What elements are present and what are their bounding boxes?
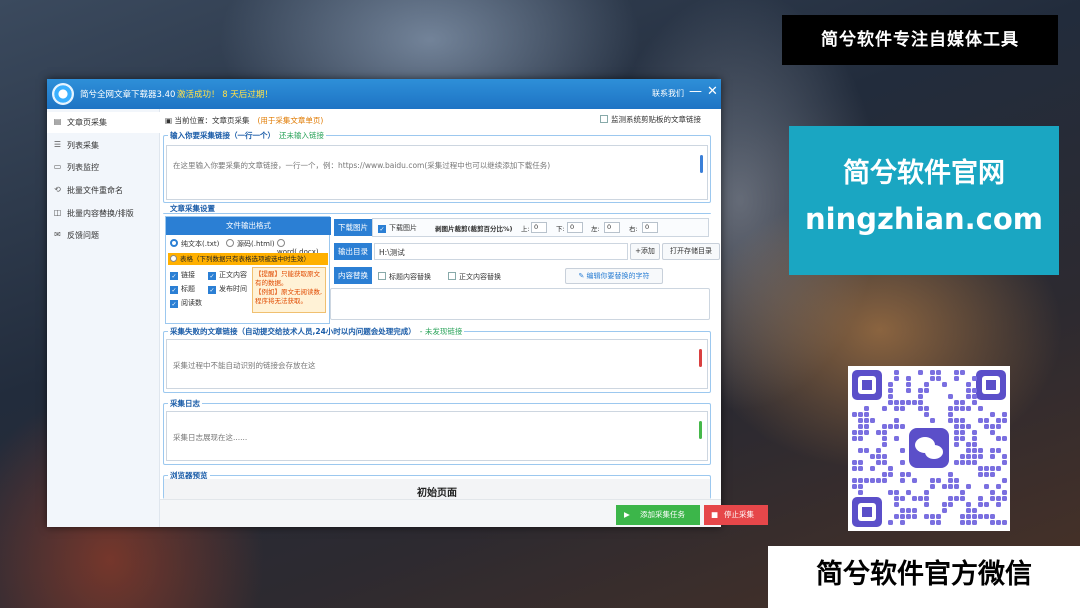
feedback-icon: ✉ [54, 230, 61, 239]
field-content-checkbox[interactable]: ✓ 正文内容 [208, 270, 247, 280]
activation-status: 激活成功！ 8 天后过期！ [177, 90, 273, 100]
failed-title: 采集失败的文章链接（自动提交给技术人员,24小时以内问题会处理完成） - 未发现链… [168, 326, 465, 337]
format-txt-radio[interactable]: 纯文本(.txt) [170, 239, 219, 249]
stop-button[interactable]: ■ 停止采集 [704, 505, 768, 525]
crop-right-input[interactable]: 0 [642, 222, 658, 233]
radio-icon [226, 239, 234, 247]
crop-left-label: 左: [591, 225, 600, 233]
close-button[interactable]: ✕ [707, 84, 718, 100]
title-replace-checkbox[interactable]: 标题内容替换 [378, 272, 431, 282]
checked-icon: ✓ [208, 272, 216, 280]
contact-us-link[interactable]: 联系我们 [652, 88, 684, 99]
checked-icon: ✓ [208, 286, 216, 294]
sidebar-item-feedback[interactable]: ✉ 反馈问题 [47, 225, 160, 246]
crop-bottom-input[interactable]: 0 [567, 222, 583, 233]
crop-top-input[interactable]: 0 [531, 222, 547, 233]
crop-label: 剥图片裁剪(裁剪百分比%) [435, 225, 513, 233]
promo-site-url: ningzhian.com [804, 202, 1044, 236]
output-dir-input[interactable]: H:\测试 [374, 243, 628, 260]
promo-site-cn: 简兮软件官网 [843, 158, 1005, 189]
checked-icon: ✓ [378, 225, 386, 233]
stop-icon: ■ [711, 510, 719, 519]
crop-left-input[interactable]: 0 [604, 222, 620, 233]
play-icon: ▶ [624, 510, 630, 519]
add-dir-button[interactable]: +添加 [630, 243, 660, 260]
open-dir-button[interactable]: 打开存储目录 [662, 243, 720, 260]
field-reads-checkbox[interactable]: ✓ 阅读数 [170, 298, 202, 308]
failed-links-box[interactable]: 采集过程中不能自动识别的链接会存放在这 [166, 339, 708, 389]
monitor-icon: ▭ [53, 162, 62, 171]
format-table-radio[interactable]: 表格（下列数据只有表格选项被选中时生效） [168, 253, 328, 265]
field-link-checkbox[interactable]: ✓ 链接 [170, 270, 195, 280]
input-section-title: 输入你要采集链接（一行一个） 还未输入链接 [168, 130, 326, 141]
checkbox-box [378, 272, 386, 280]
breadcrumb: ▣ 当前位置：文章页采集 (用于采集文章单页) [165, 116, 324, 125]
edit-replace-button[interactable]: ✎ 编辑你要替换的字符 [565, 268, 663, 284]
title-bar[interactable]: 简兮全网文章下载器3.40 激活成功！ 8 天后过期！ 联系我们 — ✕ [47, 79, 721, 109]
format-warning: 【提醒】只能获取原文有的数据。 【例如】原文无阅读数,程序将无法获取。 [252, 267, 326, 313]
sidebar-item-batch-rename[interactable]: ⟲ 批量文件重命名 [47, 180, 160, 201]
checkbox-box [600, 115, 608, 123]
minimize-button[interactable]: — [689, 85, 702, 99]
format-panel: 文件输出格式 纯文本(.txt) 源码(.html) word(.docx) 表… [165, 216, 331, 324]
checked-icon: ✓ [170, 286, 178, 294]
failed-scrollbar[interactable] [699, 349, 702, 367]
crop-top-label: 上: [521, 225, 530, 233]
crop-right-label: 右: [629, 225, 638, 233]
format-html-radio[interactable]: 源码(.html) [226, 239, 275, 249]
sidebar-item-article-page[interactable]: ▤ 文章页采集 [47, 112, 160, 133]
replace-icon: ◫ [53, 208, 62, 217]
body-replace-checkbox[interactable]: 正文内容替换 [448, 272, 501, 282]
content-replace-label: 内容替换 [334, 267, 372, 284]
sidebar-item-list-collect[interactable]: ☰ 列表采集 [47, 135, 160, 156]
rename-icon: ⟲ [54, 185, 61, 194]
list-icon: ☰ [53, 140, 62, 149]
sidebar: ▤ 文章页采集 ☰ 列表采集 ▭ 列表监控 ⟲ 批量文件重命名 ◫ 批量内容替换/排版 ✉… [47, 109, 160, 527]
app-logo-icon [52, 83, 74, 105]
url-input[interactable]: 在这里输入你要采集的文章链接，一行一个，例：https://www.baidu.… [166, 145, 708, 200]
url-input-scrollbar[interactable] [700, 155, 703, 173]
checkbox-box [448, 272, 456, 280]
wechat-qr-code [848, 366, 1010, 531]
output-dir-label: 输出目录 [334, 243, 372, 260]
field-title-checkbox[interactable]: ✓ 标题 [170, 284, 195, 294]
browser-preview[interactable]: 初始页面 [164, 479, 710, 499]
settings-divider [163, 213, 711, 215]
promo-site-card: 简兮软件官网 ningzhian.com [789, 126, 1059, 275]
log-title: 采集日志 [168, 398, 202, 409]
log-box[interactable]: 采集日志展现在这...... [166, 411, 708, 461]
radio-icon [170, 239, 178, 247]
app-window: 简兮全网文章下载器3.40 激活成功！ 8 天后过期！ 联系我们 — ✕ ▤ 文章… [47, 79, 768, 527]
crop-bottom-label: 下: [556, 225, 565, 233]
promo-panel: 简兮软件专注自媒体工具 简兮软件官网 ningzhian.com 简兮软件官方微… [768, 0, 1080, 608]
log-scrollbar[interactable] [699, 421, 702, 439]
add-task-button[interactable]: ▶ 添加采集任务 [616, 505, 700, 525]
radio-icon [170, 255, 177, 262]
radio-icon [277, 239, 285, 247]
promo-bottom-banner: 简兮软件官方微信 [768, 546, 1080, 608]
main-panel: ▣ 当前位置：文章页采集 (用于采集文章单页) 监测系统剪贴板的文章链接 输入你要… [160, 109, 768, 527]
pencil-icon: ✎ [578, 272, 587, 280]
app-title: 简兮全网文章下载器3.40 [80, 90, 176, 100]
replace-area [330, 288, 710, 320]
monitor-clipboard-checkbox[interactable]: 监测系统剪贴板的文章链接 [600, 114, 701, 125]
download-images-checkbox[interactable]: ✓ 下载图片 [378, 223, 417, 233]
checked-icon: ✓ [170, 272, 178, 280]
document-icon: ▤ [53, 117, 62, 126]
download-images-label: 下载图片 [334, 219, 372, 236]
sidebar-item-batch-replace[interactable]: ◫ 批量内容替换/排版 [47, 203, 160, 224]
format-header: 文件输出格式 [166, 217, 331, 235]
field-date-checkbox[interactable]: ✓ 发布时间 [208, 284, 247, 294]
promo-top-banner: 简兮软件专注自媒体工具 [782, 15, 1058, 65]
checked-icon: ✓ [170, 300, 178, 308]
sidebar-item-list-monitor[interactable]: ▭ 列表监控 [47, 157, 160, 178]
